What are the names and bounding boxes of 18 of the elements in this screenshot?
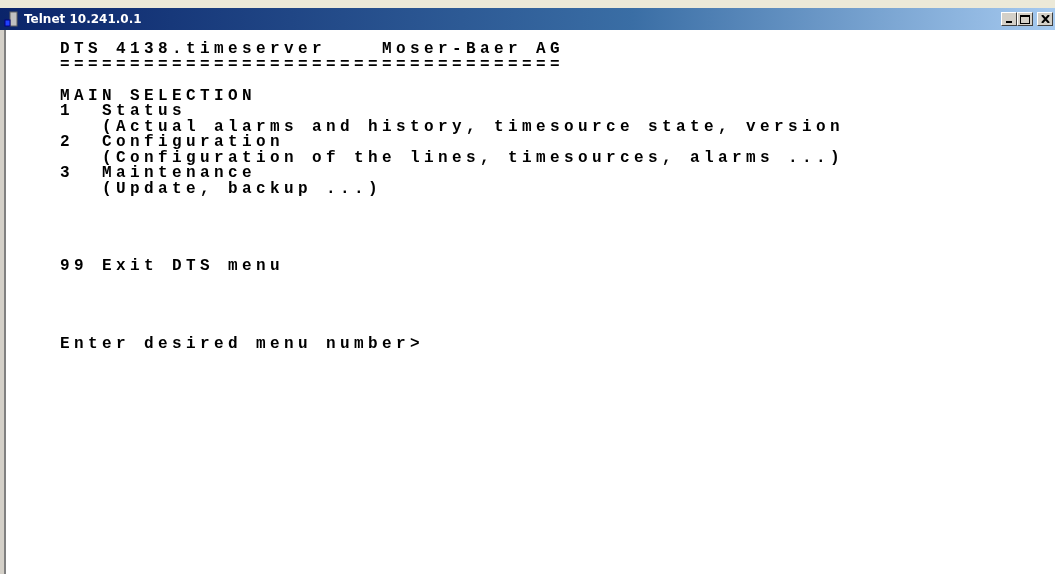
minimize-button[interactable] <box>1001 12 1017 26</box>
menu-option: 1 Status <box>60 102 186 120</box>
product-name: DTS 4138.timeserver <box>60 40 327 58</box>
maximize-button[interactable] <box>1017 12 1033 26</box>
computer-icon <box>4 11 20 27</box>
menu-option: 3 Maintenance <box>60 164 257 182</box>
separator-text: ==================================== <box>60 55 565 74</box>
section-title: MAIN SELECTION <box>60 86 257 105</box>
menu-option: 2 Configuration <box>60 133 285 151</box>
close-button[interactable] <box>1037 12 1053 26</box>
command-prompt: Enter desired menu number> <box>60 334 425 353</box>
menu-option-description: (Update, backup ...) <box>101 179 383 198</box>
menu-option: 99 Exit DTS menu <box>60 257 285 275</box>
window-title: Telnet 10.241.0.1 <box>24 11 142 28</box>
close-icon <box>1040 15 1050 23</box>
maximize-icon <box>1020 14 1030 24</box>
company-name: Moser-Baer AG <box>382 40 565 58</box>
menu-option-description: (Configuration of the lines, timesources, alarms ...) <box>101 148 845 167</box>
